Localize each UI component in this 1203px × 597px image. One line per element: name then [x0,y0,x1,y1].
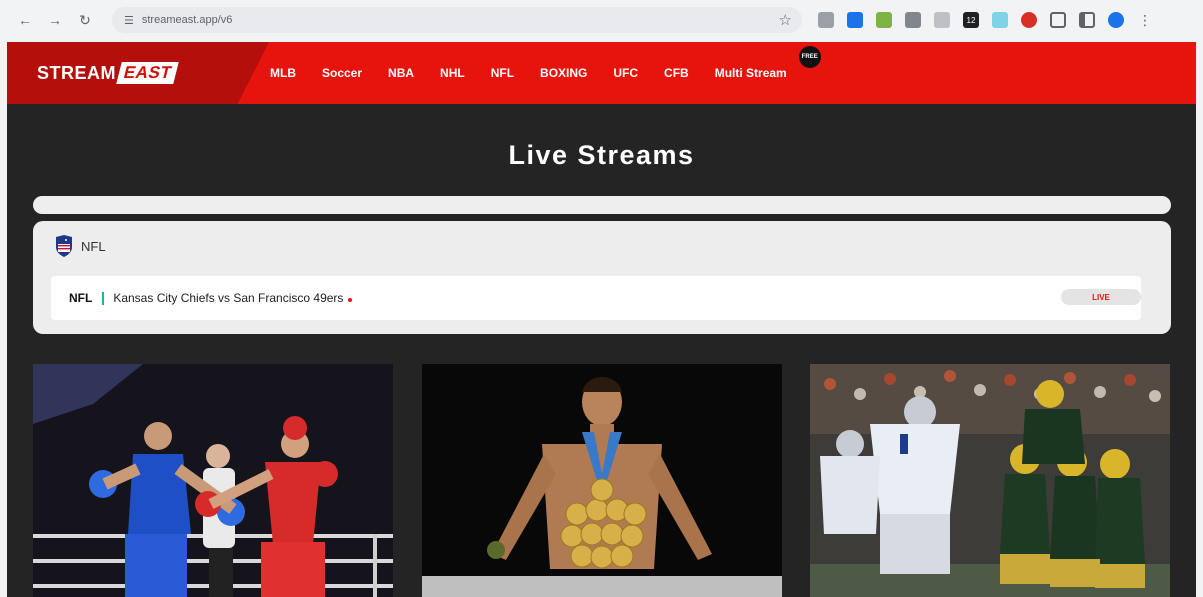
logo-text-east: EAST [116,62,180,84]
search-bar[interactable] [33,196,1171,214]
puzzle-icon[interactable] [1050,12,1066,28]
extension-icon[interactable] [905,12,921,28]
side-panel-icon[interactable] [1079,12,1095,28]
extension-badge-icon[interactable]: 12 [963,12,979,28]
extension-icon[interactable] [876,12,892,28]
site-header: STREAM EAST MLB Soccer NBA NHL NFL BOXIN… [7,42,1196,104]
nav-multi-stream-label: Multi Stream [714,66,787,80]
nav-nba[interactable]: NBA [388,66,414,80]
site-viewport: STREAM EAST MLB Soccer NBA NHL NFL BOXIN… [7,42,1196,597]
league-name: NFL [81,238,106,254]
nav-nfl[interactable]: NFL [491,66,514,80]
extension-icon[interactable] [818,12,834,28]
game-league: NFL [69,291,93,305]
bookmark-star-icon[interactable]: ☆ [779,11,792,29]
site-logo[interactable]: STREAM EAST [37,61,180,85]
address-bar[interactable]: ☰ streameast.app/v6 ☆ [112,7,802,33]
page-title: Live Streams [508,140,695,170]
thumbnail-boxing[interactable] [33,364,393,597]
thumbnail-football[interactable] [810,364,1170,597]
kebab-menu-icon[interactable]: ⋮ [1137,12,1153,28]
main-nav: MLB Soccer NBA NHL NFL BOXING UFC CFB Mu… [270,42,821,104]
nfl-shield-icon [56,235,72,257]
football-image [810,364,1170,597]
free-badge: FREE [798,46,821,68]
extension-icon[interactable] [847,12,863,28]
nav-mlb[interactable]: MLB [270,66,296,80]
forward-button[interactable]: → [44,9,66,31]
logo-text-stream: STREAM [37,62,116,83]
extension-badge-count: 12 [966,15,976,25]
nav-cfb[interactable]: CFB [664,66,689,80]
site-settings-icon[interactable]: ☰ [124,14,134,27]
profile-avatar-icon[interactable] [1108,12,1124,28]
extensions-area: 12 ⋮ [818,11,1153,29]
arrow-left-icon: ← [18,12,32,28]
nav-multi-stream[interactable]: Multi Stream FREE [714,46,821,80]
game-row[interactable]: NFL Kansas City Chiefs vs San Francisco … [51,276,1141,320]
swimmer-medals-image [422,364,782,597]
back-button[interactable]: ← [14,9,36,31]
live-badge[interactable]: LIVE [1061,289,1141,305]
game-separator [102,291,105,305]
arrow-right-icon: → [48,12,62,28]
nav-boxing[interactable]: BOXING [540,66,587,80]
boxing-image [33,364,393,597]
league-header: NFL [55,233,106,259]
nav-ufc[interactable]: UFC [613,66,638,80]
extension-icon[interactable] [992,12,1008,28]
thumbnail-swimmer[interactable] [422,364,782,597]
reload-icon: ↻ [79,11,91,28]
url-text: streameast.app/v6 [141,14,233,26]
game-title: Kansas City Chiefs vs San Francisco 49er… [113,291,344,305]
extension-icon[interactable] [934,12,950,28]
extension-icon[interactable] [1021,12,1037,28]
live-indicator-dot [348,298,353,302]
nav-soccer[interactable]: Soccer [322,66,362,80]
browser-toolbar: ← → ↻ ☰ streameast.app/v6 ☆ 12 ⋮ [0,0,1203,40]
nav-nhl[interactable]: NHL [440,66,465,80]
reload-button[interactable]: ↻ [74,9,96,31]
league-card: NFL NFL Kansas City Chiefs vs San Franci… [33,221,1171,334]
